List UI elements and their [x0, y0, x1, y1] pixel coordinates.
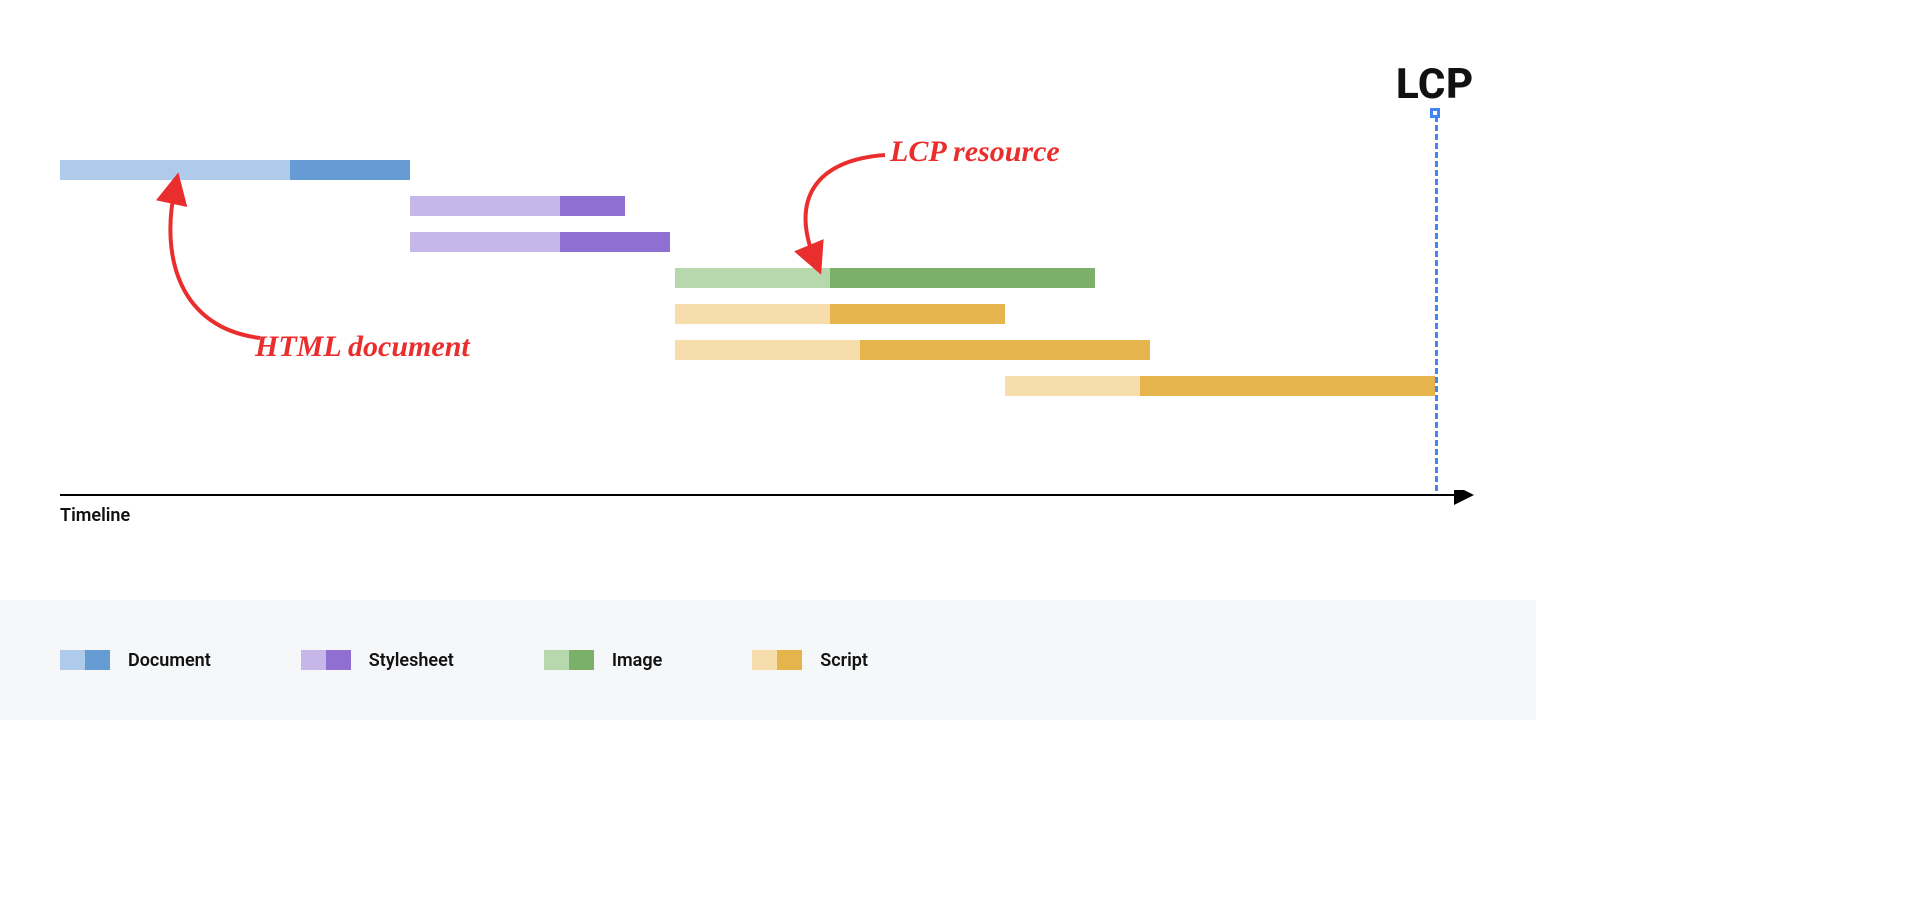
legend-label: Script	[820, 650, 868, 671]
legend-item-image: Image	[544, 650, 662, 671]
bar-phase-light	[1005, 376, 1140, 396]
bar-stylesheet	[410, 196, 625, 216]
legend-swatch-icon	[544, 650, 594, 670]
timeline-axis-icon	[60, 490, 1476, 510]
bar-phase-dark	[830, 304, 1005, 324]
annotation-html-document: HTML document	[255, 330, 470, 364]
bar-script	[675, 340, 1150, 360]
bar-phase-dark	[290, 160, 410, 180]
legend: Document Stylesheet Image Script	[0, 600, 1536, 720]
waterfall-chart: LCP HTML document	[60, 60, 1476, 480]
legend-label: Image	[612, 650, 662, 671]
bar-phase-light	[410, 196, 560, 216]
legend-swatch-icon	[60, 650, 110, 670]
arrow-annotation-icon	[130, 178, 290, 348]
legend-swatch-icon	[752, 650, 802, 670]
annotation-lcp-resource: LCP resource	[890, 135, 1060, 169]
bar-phase-dark	[560, 196, 625, 216]
legend-label: Stylesheet	[369, 650, 454, 671]
legend-item-script: Script	[752, 650, 868, 671]
bar-phase-light	[675, 304, 830, 324]
legend-item-stylesheet: Stylesheet	[301, 650, 454, 671]
bar-phase-light	[675, 340, 860, 360]
bar-phase-dark	[860, 340, 1150, 360]
lcp-heading: LCP	[1396, 60, 1474, 109]
legend-item-document: Document	[60, 650, 211, 671]
bar-phase-light	[410, 232, 560, 252]
bar-script	[675, 304, 1005, 324]
lcp-vertical-line	[1435, 116, 1438, 491]
bar-script	[1005, 376, 1435, 396]
bar-phase-light	[60, 160, 290, 180]
bar-phase-dark	[560, 232, 670, 252]
legend-label: Document	[128, 650, 211, 671]
bar-stylesheet	[410, 232, 670, 252]
bar-document	[60, 160, 410, 180]
bar-phase-dark	[1140, 376, 1435, 396]
legend-swatch-icon	[301, 650, 351, 670]
timeline-axis-label: Timeline	[60, 505, 130, 526]
